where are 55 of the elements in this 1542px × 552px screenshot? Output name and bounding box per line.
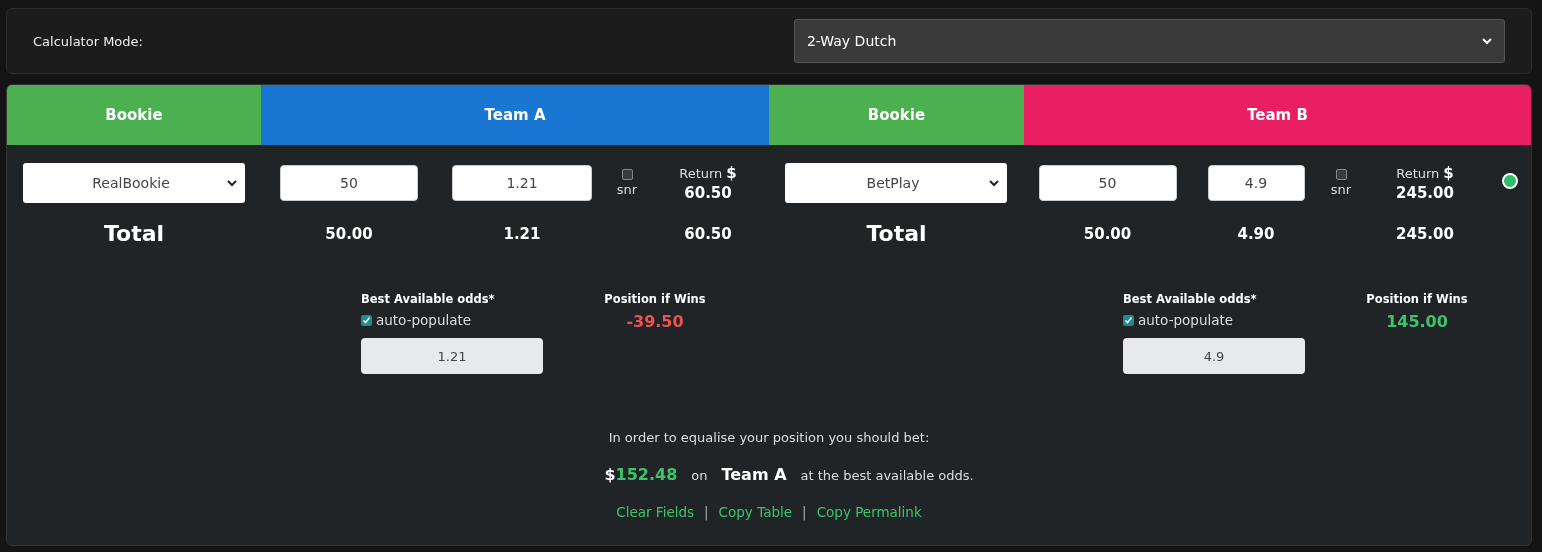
checkbox[interactable] [361, 314, 372, 326]
on-text: on [691, 468, 708, 483]
best-odds-field[interactable]: 4.9 [1123, 338, 1305, 374]
action-link[interactable]: Clear Fields [616, 504, 695, 520]
chevron-down-icon [227, 179, 237, 187]
advice-text: In order to equalise your position you should bet: [608, 430, 930, 445]
action-link[interactable]: Copy Permalink [816, 504, 922, 520]
position-label: Position if Wins [1366, 292, 1468, 306]
total-label: Total [102, 221, 166, 246]
stake-input[interactable]: 50 [1038, 165, 1177, 201]
auto-populate-label: auto-populate [376, 312, 472, 328]
return-label: Return [1396, 166, 1440, 181]
mode-label: Calculator Mode: [33, 33, 144, 49]
total-return: 60.50 [683, 224, 733, 243]
total-stake: 50.00 [324, 224, 374, 243]
total-return: 245.00 [1395, 224, 1455, 243]
best-odds-label: Best Available odds* [1123, 292, 1258, 306]
action-link[interactable]: Copy Table [718, 504, 793, 520]
bookie-header: Bookie [7, 85, 261, 145]
currency-symbol: $ [726, 164, 737, 182]
currency-symbol: $ [1443, 164, 1454, 182]
bookie-select[interactable]: BetPlay [785, 163, 1007, 203]
team-header: Team B [1024, 85, 1531, 145]
team-name: Team A [721, 465, 787, 484]
bet-amount: $152.48 [604, 465, 678, 484]
snr-label: snr [1330, 182, 1352, 197]
return-label: Return [679, 166, 723, 181]
odds-input[interactable]: 1.21 [452, 165, 592, 201]
snr-label: snr [616, 182, 638, 197]
position-value: -39.50 [626, 312, 684, 331]
separator: | [704, 504, 709, 520]
position-label: Position if Wins [604, 292, 706, 306]
chevron-down-icon [989, 179, 999, 187]
position-value: 145.00 [1386, 312, 1448, 331]
best-odds-label: Best Available odds* [361, 292, 496, 306]
odds-input[interactable]: 4.9 [1207, 165, 1305, 201]
total-odds: 4.90 [1236, 224, 1276, 243]
chevron-down-icon [1482, 37, 1492, 45]
bookie-header: Bookie [769, 85, 1024, 145]
odds-text: at the best available odds. [800, 468, 974, 483]
team-header: Team A [261, 85, 769, 145]
return-value: 245.00 [1396, 184, 1454, 202]
best-odds-field[interactable]: 1.21 [361, 338, 543, 374]
bookie-select[interactable]: RealBookie [23, 163, 245, 203]
separator: | [802, 504, 807, 520]
checkbox[interactable] [621, 169, 633, 180]
total-label: Total [865, 221, 928, 246]
checkbox[interactable] [1123, 314, 1134, 326]
total-stake: 50.00 [1082, 224, 1133, 243]
stake-input[interactable]: 50 [280, 165, 418, 201]
auto-populate-label: auto-populate [1138, 312, 1234, 328]
checkbox[interactable] [1335, 169, 1347, 180]
mode-select[interactable]: 2-Way Dutch [793, 19, 1505, 63]
total-odds: 1.21 [502, 224, 542, 243]
return-value: 60.50 [684, 184, 732, 202]
